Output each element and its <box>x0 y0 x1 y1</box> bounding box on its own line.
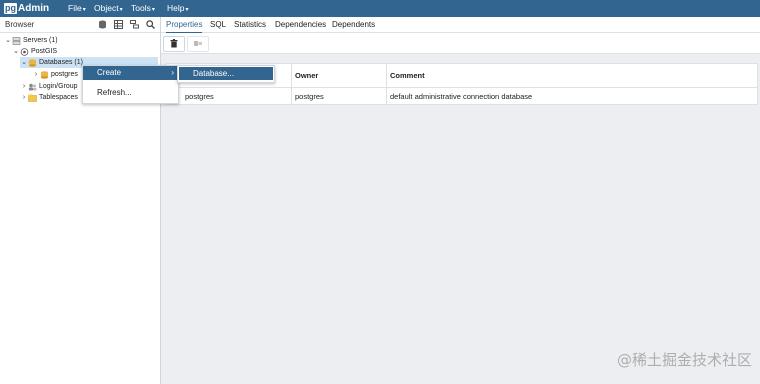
chevron-down-icon: ▾ <box>185 7 189 13</box>
logo-pg: pg <box>4 3 17 14</box>
cell-comment: default administrative connection databa… <box>386 88 757 104</box>
context-menu-create[interactable]: Create › <box>83 66 178 80</box>
table-row[interactable]: postgres postgres default administrative… <box>167 88 757 104</box>
tab-dependents[interactable]: Dependents <box>332 17 375 32</box>
tree-label: Tablespaces <box>39 94 78 101</box>
drop-cascade-button[interactable] <box>187 36 209 52</box>
menu-file[interactable]: File▾ <box>68 0 86 17</box>
table-toolbar-icon[interactable] <box>113 19 124 30</box>
chevron-down-icon: ▾ <box>82 7 86 13</box>
trash-cascade-icon <box>193 39 203 49</box>
chevron-down-icon: ⌄ <box>13 48 19 55</box>
chevron-down-icon: ⌄ <box>5 37 11 44</box>
cell-name: postgres <box>185 91 214 101</box>
chevron-down-icon: ⌄ <box>21 59 27 66</box>
cell-owner: postgres <box>291 88 386 104</box>
server-group-icon <box>12 36 21 45</box>
chevron-right-icon: › <box>171 68 174 77</box>
tree-label: PostGIS <box>31 48 58 55</box>
chevron-down-icon: ▾ <box>151 7 155 13</box>
context-menu-refresh[interactable]: Refresh... <box>83 86 178 100</box>
logo-admin: Admin <box>18 3 50 14</box>
submenu-database[interactable]: Database... <box>179 67 273 80</box>
trash-icon <box>170 38 178 50</box>
chevron-right-icon: › <box>22 94 26 101</box>
database-toolbar-icon[interactable] <box>97 19 108 30</box>
filter-toolbar-icon[interactable] <box>129 19 140 30</box>
tree-label: Servers (1) <box>23 37 58 44</box>
create-submenu: Database... <box>177 65 275 83</box>
tab-bar: Properties SQL Statistics Dependencies D… <box>161 17 760 34</box>
tree-label: Login/Group <box>39 83 78 90</box>
tree-item-servers[interactable]: ⌄ Servers (1) <box>4 35 58 46</box>
top-menu-bar: pg Admin File▾ Object▾ Tools▾ Help▾ <box>0 0 760 17</box>
database-icon <box>40 70 49 79</box>
menu-help[interactable]: Help▾ <box>167 0 189 17</box>
menu-object[interactable]: Object▾ <box>94 0 123 17</box>
chevron-down-icon: ▾ <box>119 7 123 13</box>
menu-tools[interactable]: Tools▾ <box>131 0 155 17</box>
tab-dependencies[interactable]: Dependencies <box>275 17 326 32</box>
chevron-right-icon: › <box>22 83 26 90</box>
properties-toolbar <box>161 33 760 54</box>
tree-label: postgres <box>51 71 78 78</box>
tablespace-icon <box>28 94 37 102</box>
browser-header: Browser <box>0 17 160 33</box>
search-icon[interactable] <box>145 19 156 30</box>
tree-item-postgres[interactable]: › postgres <box>32 69 78 80</box>
tree-item-login-roles[interactable]: › Login/Group <box>20 81 78 92</box>
server-icon <box>20 47 29 56</box>
pgadmin-logo: pg Admin <box>4 2 49 15</box>
tree-item-postgis[interactable]: ⌄ PostGIS <box>12 46 57 57</box>
context-menu: Create › Refresh... <box>82 65 179 104</box>
tab-properties[interactable]: Properties <box>166 17 203 34</box>
column-header-owner[interactable]: Owner <box>291 64 386 87</box>
browser-title: Browser <box>5 20 35 29</box>
tab-statistics[interactable]: Statistics <box>234 17 266 32</box>
databases-icon <box>28 58 37 67</box>
login-role-icon <box>28 83 37 91</box>
tree-item-tablespaces[interactable]: › Tablespaces <box>20 92 78 103</box>
tree-label: Databases (1) <box>39 59 83 66</box>
watermark: @稀土掘金技术社区 <box>616 351 752 369</box>
column-header-comment[interactable]: Comment <box>386 64 757 87</box>
chevron-right-icon: › <box>34 71 38 78</box>
tab-sql[interactable]: SQL <box>210 17 226 32</box>
delete-button[interactable] <box>163 36 185 52</box>
